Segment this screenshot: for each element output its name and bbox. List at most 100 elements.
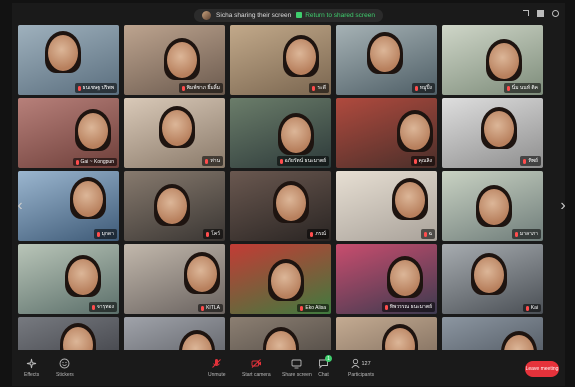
participant-name-chip: พิมพ์ชาภ ยิ้มลิ้ม [178,83,223,93]
share-banner: Sicha sharing their screen Return to sha… [12,3,565,27]
share-screen-label: Share screen [282,372,312,378]
chat-button[interactable]: 1 Chat [318,355,332,378]
participant-tile[interactable]: อภัยรัตน์ ธนะมาตย์ [230,98,331,168]
mic-muted-icon [413,158,417,164]
share-status-text: Sicha sharing their screen [216,11,292,19]
participant-tile[interactable] [18,317,119,350]
participants-icon-wrap: 127 [351,358,371,369]
chat-label: Chat [318,372,329,378]
participant-name: ภรณ์ [315,231,326,237]
participant-tile[interactable]: นิ๋ม นนท์ ติค [442,25,543,95]
participant-tile[interactable] [124,317,225,350]
participant-tile[interactable]: ฉ [336,171,437,241]
chat-icon: 1 [318,355,332,369]
mic-muted-icon [201,305,205,311]
mic-muted-icon [523,158,527,164]
expand-icon[interactable] [523,10,529,16]
participant-name-chip: อภัยรัตน์ ธนะมาตย์ [276,156,329,166]
sparkle-icon [26,358,37,369]
effects-button[interactable]: Effects [24,358,39,378]
participant-face [489,43,519,79]
participant-tile[interactable]: Eko Alisa [230,244,331,314]
participant-name-chip: Eko Alisa [297,304,329,312]
mic-muted-icon [77,85,81,91]
chevron-right-icon: › [560,197,566,214]
participant-face [400,114,430,150]
next-page-button[interactable]: › [556,193,570,219]
participant-tile[interactable]: Gai ~ Kongpun [18,98,119,168]
participant-name-chip: ฉ [420,229,435,239]
mic-muted-icon [279,158,283,164]
participant-tile[interactable]: มุกดา [18,171,119,241]
participant-face [157,188,187,224]
participant-tile[interactable]: มาลาภา [442,171,543,241]
participant-name-chip: นิ๋ม นนท์ ติค [503,83,541,93]
participant-name-chip: ธนเชษฐ ปริพพ [74,83,117,93]
participant-face [78,113,108,149]
layout-icon[interactable] [537,10,544,17]
mic-muted-icon [205,158,209,164]
participant-name-chip: ทิพย์ [520,156,541,166]
share-screen-icon [291,358,302,369]
participant-face [479,189,509,225]
participants-button[interactable]: 127 Participants [348,358,374,378]
prev-page-button[interactable]: ‹ [13,193,27,219]
participant-tile[interactable]: โคว์ [124,171,225,241]
participant-count: 127 [361,360,371,367]
participant-face [276,185,306,221]
participant-name-chip: มุกดา [93,229,117,239]
participant-name-chip: จารุทอง [88,302,117,312]
participant-tile[interactable] [336,317,437,350]
mic-muted-icon [75,159,79,165]
participant-name: หมูปิ้ง [419,85,432,91]
participant-name: ทิพวรรณ ธนะมาตย์ [389,304,432,310]
participant-name-chip: หมูปิ้ง [411,83,435,93]
participant-name: อภัยรัตน์ ธนะมาตย์ [284,158,326,164]
participant-tile[interactable]: KITLA [124,244,225,314]
participant-face [395,182,425,218]
participant-name-chip: มาลาภา [511,229,541,239]
mic-muted-icon [91,304,95,310]
mic-muted-icon [423,231,427,237]
mic-muted-icon [300,305,304,311]
share-screen-button[interactable]: Share screen [282,358,312,378]
participant-name: มุกดา [101,231,114,237]
gear-icon[interactable] [552,10,559,17]
leave-meeting-button[interactable]: Leave meeting [525,361,559,377]
participant-tile[interactable]: ท่าน [124,98,225,168]
mic-muted-icon [181,85,185,91]
mic-muted-icon [506,85,510,91]
participant-tile[interactable]: ระดี [230,25,331,95]
participant-gallery: ธนเชษฐ ปริพพ พิมพ์ชาภ ยิ้มลิ้ม ระดี หมูปิ้ง… [18,25,543,350]
participant-tile[interactable] [230,317,331,350]
participant-tile[interactable]: Kai [442,244,543,314]
unmute-label: Unmute [208,372,226,378]
participant-name: พิมพ์ชาภ ยิ้มลิ้ม [186,85,220,91]
participant-face [370,36,400,72]
unmute-button[interactable]: Unmute [208,358,226,378]
person-icon [351,358,361,369]
participant-tile[interactable]: ธนเชษฐ ปริพพ [18,25,119,95]
participant-tile[interactable]: ทิพย์ [442,98,543,168]
return-to-shared-screen-link[interactable]: Return to shared screen [296,12,375,19]
participant-tile[interactable] [442,317,543,350]
window-controls [523,10,559,17]
start-camera-button[interactable]: Start camera [242,358,271,378]
participant-tile[interactable]: คุณลิง [336,98,437,168]
participant-tile[interactable]: ภรณ์ [230,171,331,241]
meeting-toolbar: Effects Stickers Unmute Start camera Sha… [12,352,565,386]
stickers-button[interactable]: Stickers [56,358,74,378]
mic-muted-icon [211,358,222,369]
share-pill: Sicha sharing their screen Return to sha… [194,8,383,22]
participant-tile[interactable]: ทิพวรรณ ธนะมาตย์ [336,244,437,314]
participant-face [73,181,103,217]
participant-name: โคว์ [211,231,220,237]
participant-tile[interactable]: พิมพ์ชาภ ยิ้มลิ้ม [124,25,225,95]
participant-name: คุณลิง [418,158,433,164]
participant-name-chip: ระดี [309,83,329,93]
participant-name: นิ๋ม นนท์ ติค [511,85,538,91]
participant-name-chip: ทิพวรรณ ธนะมาตย์ [381,302,435,312]
participant-tile[interactable]: หมูปิ้ง [336,25,437,95]
participant-tile[interactable]: จารุทอง [18,244,119,314]
participant-name: ธนเชษฐ ปริพพ [82,85,114,91]
